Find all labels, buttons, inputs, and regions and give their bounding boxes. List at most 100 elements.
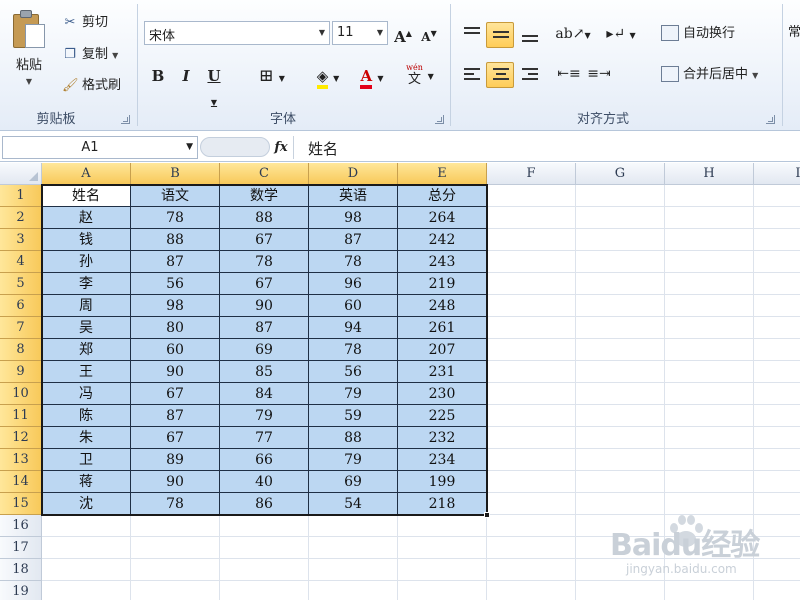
cell-i1[interactable] — [754, 185, 800, 207]
row-header-16[interactable]: 16 — [0, 515, 42, 537]
bold-button[interactable]: B — [146, 64, 170, 88]
cell-b14[interactable]: 90 — [131, 471, 220, 493]
cell-a9[interactable]: 王 — [42, 361, 131, 383]
column-header-f[interactable]: F — [487, 163, 576, 185]
cell-c6[interactable]: 90 — [220, 295, 309, 317]
cell-d11[interactable]: 59 — [309, 405, 398, 427]
column-header-e[interactable]: E — [398, 163, 487, 185]
cell-f4[interactable] — [487, 251, 576, 273]
row-header-14[interactable]: 14 — [0, 471, 42, 493]
cell-c7[interactable]: 87 — [220, 317, 309, 339]
italic-button[interactable]: I — [174, 64, 198, 88]
cell-c5[interactable]: 67 — [220, 273, 309, 295]
cell-e17[interactable] — [398, 537, 487, 559]
cell-g8[interactable] — [576, 339, 665, 361]
cell-b5[interactable]: 56 — [131, 273, 220, 295]
format-painter-button[interactable]: 🖌 格式刷 — [62, 75, 121, 97]
cell-c15[interactable]: 86 — [220, 493, 309, 515]
cell-e2[interactable]: 264 — [398, 207, 487, 229]
grow-font-button[interactable]: A▲ — [392, 21, 414, 46]
clipboard-launcher-icon[interactable] — [121, 115, 130, 124]
cell-a16[interactable] — [42, 515, 131, 537]
cell-c17[interactable] — [220, 537, 309, 559]
cell-g1[interactable] — [576, 185, 665, 207]
cell-a6[interactable]: 周 — [42, 295, 131, 317]
cell-b11[interactable]: 87 — [131, 405, 220, 427]
row-header-19[interactable]: 19 — [0, 581, 42, 600]
wrap-text-button[interactable]: 自动换行 — [661, 21, 735, 47]
column-header-b[interactable]: B — [131, 163, 220, 185]
cell-b13[interactable]: 89 — [131, 449, 220, 471]
cell-d3[interactable]: 87 — [309, 229, 398, 251]
cell-f10[interactable] — [487, 383, 576, 405]
increase-indent-button[interactable]: ≡⇥ — [585, 62, 613, 86]
column-header-c[interactable]: C — [220, 163, 309, 185]
cell-a11[interactable]: 陈 — [42, 405, 131, 427]
row-header-12[interactable]: 12 — [0, 427, 42, 449]
align-right-button[interactable] — [515, 62, 543, 88]
cell-f12[interactable] — [487, 427, 576, 449]
cell-g12[interactable] — [576, 427, 665, 449]
chevron-down-icon[interactable]: ▼ — [752, 63, 758, 89]
cell-c13[interactable]: 66 — [220, 449, 309, 471]
cell-g10[interactable] — [576, 383, 665, 405]
cell-f17[interactable] — [487, 537, 576, 559]
shrink-font-button[interactable]: A▼ — [418, 21, 440, 45]
alignment-launcher-icon[interactable] — [766, 115, 775, 124]
cell-c9[interactable]: 85 — [220, 361, 309, 383]
phonetic-guide-button[interactable]: wén 文 ▼ — [400, 62, 440, 87]
cell-e7[interactable]: 261 — [398, 317, 487, 339]
row-header-6[interactable]: 6 — [0, 295, 42, 317]
underline-button[interactable]: U ▼ — [202, 64, 226, 107]
cell-g3[interactable] — [576, 229, 665, 251]
chevron-down-icon[interactable]: ▼ — [112, 45, 118, 67]
cell-i7[interactable] — [754, 317, 800, 339]
cell-b15[interactable]: 78 — [131, 493, 220, 515]
font-size-select[interactable]: 11 ▼ — [332, 21, 388, 45]
cell-b2[interactable]: 78 — [131, 207, 220, 229]
row-header-9[interactable]: 9 — [0, 361, 42, 383]
column-header-a[interactable]: A — [42, 163, 131, 185]
paste-button[interactable]: 粘贴 ▼ — [6, 8, 52, 100]
cell-a5[interactable]: 李 — [42, 273, 131, 295]
cell-f15[interactable] — [487, 493, 576, 515]
cell-e13[interactable]: 234 — [398, 449, 487, 471]
cell-h14[interactable] — [665, 471, 754, 493]
cell-e9[interactable]: 231 — [398, 361, 487, 383]
rtl-button[interactable]: ▸↵ ▼ — [601, 22, 641, 46]
row-header-10[interactable]: 10 — [0, 383, 42, 405]
cell-e10[interactable]: 230 — [398, 383, 487, 405]
cell-e16[interactable] — [398, 515, 487, 537]
cell-d9[interactable]: 56 — [309, 361, 398, 383]
cell-b16[interactable] — [131, 515, 220, 537]
cell-i10[interactable] — [754, 383, 800, 405]
cell-f9[interactable] — [487, 361, 576, 383]
cell-d14[interactable]: 69 — [309, 471, 398, 493]
column-header-d[interactable]: D — [309, 163, 398, 185]
cell-b10[interactable]: 67 — [131, 383, 220, 405]
cell-g2[interactable] — [576, 207, 665, 229]
cell-h9[interactable] — [665, 361, 754, 383]
cell-h11[interactable] — [665, 405, 754, 427]
cell-f7[interactable] — [487, 317, 576, 339]
cell-d17[interactable] — [309, 537, 398, 559]
font-name-select[interactable]: 宋体 ▼ — [144, 21, 330, 45]
cell-i6[interactable] — [754, 295, 800, 317]
cell-c10[interactable]: 84 — [220, 383, 309, 405]
cell-a1[interactable]: 姓名 — [42, 185, 131, 207]
row-header-13[interactable]: 13 — [0, 449, 42, 471]
align-middle-button[interactable] — [486, 22, 514, 48]
cell-a7[interactable]: 吴 — [42, 317, 131, 339]
cell-c8[interactable]: 69 — [220, 339, 309, 361]
cell-e1[interactable]: 总分 — [398, 185, 487, 207]
cell-c12[interactable]: 77 — [220, 427, 309, 449]
name-box[interactable]: A1 ▼ — [2, 136, 198, 159]
cell-b4[interactable]: 87 — [131, 251, 220, 273]
row-header-5[interactable]: 5 — [0, 273, 42, 295]
cell-c1[interactable]: 数学 — [220, 185, 309, 207]
column-header-g[interactable]: G — [576, 163, 665, 185]
cell-f3[interactable] — [487, 229, 576, 251]
cell-i9[interactable] — [754, 361, 800, 383]
cut-button[interactable]: ✂ 剪切 — [62, 12, 108, 34]
cell-b1[interactable]: 语文 — [131, 185, 220, 207]
